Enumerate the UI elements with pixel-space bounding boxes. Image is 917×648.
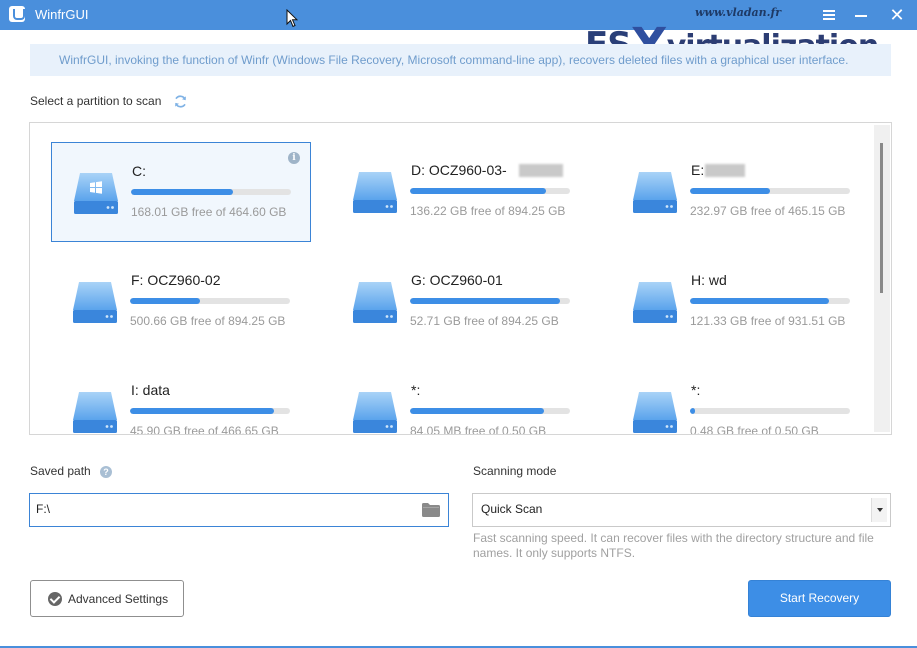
saved-path-input[interactable] <box>36 502 406 516</box>
drive-name: *: <box>411 382 421 398</box>
title-bar: WinfrGUI ✕ <box>0 0 917 30</box>
redacted-label <box>519 164 563 177</box>
drive-tile[interactable]: I: data 45.90 GB free of 466.65 GB <box>51 362 311 435</box>
drive-usage-bar <box>130 408 290 414</box>
hard-drive-icon <box>633 392 677 433</box>
drive-free-space: 0.48 GB free of 0.50 GB <box>690 424 819 435</box>
saved-path-label: Saved path <box>30 464 91 478</box>
start-recovery-button[interactable]: Start Recovery <box>748 580 891 617</box>
mouse-cursor-icon <box>286 9 298 28</box>
drive-usage-bar <box>410 188 570 194</box>
drive-free-space: 121.33 GB free of 931.51 GB <box>690 314 846 328</box>
drive-usage-bar <box>690 408 850 414</box>
drive-name: H: wd <box>691 272 727 288</box>
scrollbar-thumb[interactable] <box>880 143 883 293</box>
drive-usage-bar <box>131 189 291 195</box>
drive-free-space: 232.97 GB free of 465.15 GB <box>690 204 846 218</box>
drive-name: I: data <box>131 382 170 398</box>
help-icon[interactable]: ? <box>100 466 112 478</box>
drive-tile[interactable]: *: 84.05 MB free of 0.50 GB <box>331 362 591 435</box>
scanning-mode-description: Fast scanning speed. It can recover file… <box>473 531 874 560</box>
drive-usage-bar <box>410 298 570 304</box>
drive-free-space: 136.22 GB free of 894.25 GB <box>410 204 566 218</box>
drive-name: F: OCZ960-02 <box>131 272 221 288</box>
hard-drive-icon <box>353 282 397 323</box>
drive-tile[interactable]: F: OCZ960-02 500.66 GB free of 894.25 GB <box>51 252 311 352</box>
saved-path-field[interactable] <box>29 493 449 527</box>
drive-usage-bar <box>130 298 290 304</box>
scanning-mode-label: Scanning mode <box>473 464 557 478</box>
info-icon[interactable]: i <box>288 152 300 164</box>
partition-label: Select a partition to scan <box>30 94 162 108</box>
drive-name: G: OCZ960-01 <box>411 272 503 288</box>
hard-drive-icon <box>353 392 397 433</box>
check-circle-icon <box>48 592 62 606</box>
window-title: WinfrGUI <box>35 7 89 22</box>
close-icon[interactable]: ✕ <box>886 4 908 26</box>
drive-tile[interactable]: *: 0.48 GB free of 0.50 GB <box>611 362 871 435</box>
minimize-icon[interactable] <box>850 4 872 26</box>
hard-drive-icon <box>633 172 677 213</box>
drive-usage-bar <box>410 408 570 414</box>
drive-name: D: OCZ960-03- <box>411 162 507 178</box>
drive-free-space: 84.05 MB free of 0.50 GB <box>410 424 547 435</box>
drive-tile[interactable]: H: wd 121.33 GB free of 931.51 GB <box>611 252 871 352</box>
app-logo-icon <box>9 6 25 22</box>
drive-tile[interactable]: C: 168.01 GB free of 464.60 GB i <box>51 142 311 242</box>
drive-tile[interactable]: E: 232.97 GB free of 465.15 GB <box>611 142 871 242</box>
drive-free-space: 168.01 GB free of 464.60 GB <box>131 205 287 219</box>
drive-free-space: 45.90 GB free of 466.65 GB <box>130 424 279 435</box>
advanced-settings-button[interactable]: Advanced Settings <box>30 580 184 617</box>
hard-drive-icon <box>74 173 118 214</box>
hard-drive-icon <box>353 172 397 213</box>
scanning-mode-select[interactable]: Quick Scan <box>472 493 891 527</box>
hard-drive-icon <box>633 282 677 323</box>
scrollbar[interactable] <box>874 125 890 432</box>
hard-drive-icon <box>73 282 117 323</box>
refresh-icon[interactable] <box>173 94 188 109</box>
drive-tile[interactable]: G: OCZ960-01 52.71 GB free of 894.25 GB <box>331 252 591 352</box>
redacted-label <box>705 164 745 177</box>
drive-free-space: 500.66 GB free of 894.25 GB <box>130 314 286 328</box>
menu-icon[interactable] <box>818 4 840 26</box>
partition-list[interactable]: C: 168.01 GB free of 464.60 GB i D: OCZ960-… <box>29 122 892 435</box>
scanning-mode-value: Quick Scan <box>481 502 543 516</box>
hard-drive-icon <box>73 392 117 433</box>
drive-tile[interactable]: D: OCZ960-03- 136.22 GB free of 894.25 GB <box>331 142 591 242</box>
drive-usage-bar <box>690 188 850 194</box>
drive-usage-bar <box>690 298 850 304</box>
drive-name: *: <box>691 382 701 398</box>
advanced-settings-label: Advanced Settings <box>68 592 169 606</box>
info-banner: WinfrGUI, invoking the function of Winfr… <box>30 44 891 76</box>
folder-icon[interactable] <box>422 503 440 517</box>
chevron-down-icon[interactable] <box>871 498 887 522</box>
drive-name: E: <box>691 162 705 178</box>
drive-name: C: <box>132 163 146 179</box>
drive-free-space: 52.71 GB free of 894.25 GB <box>410 314 559 328</box>
